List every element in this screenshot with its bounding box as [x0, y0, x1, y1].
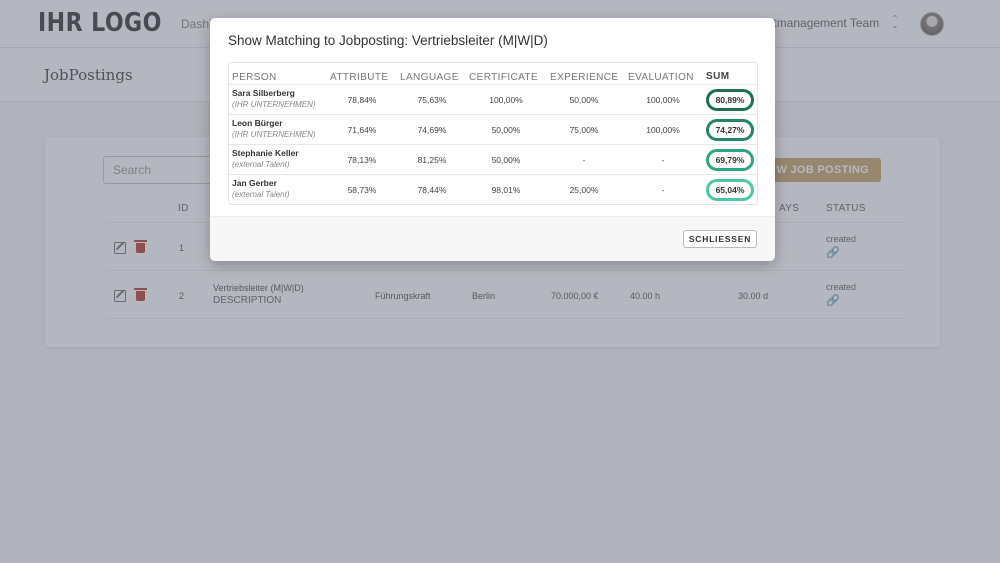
person-name: Jan Gerber	[232, 178, 277, 188]
certificate-value: 50,00%	[491, 125, 521, 135]
sum-badge: 80,89%	[706, 89, 754, 111]
table-row: Jan Gerber (external Talent) 58,73% 78,4…	[229, 174, 757, 204]
matching-table: PERSON ATTRIBUTE LANGUAGE CERTIFICATE EX…	[228, 62, 758, 205]
experience-value: 25,00%	[569, 185, 599, 195]
experience-value: -	[582, 155, 586, 165]
close-button[interactable]: SCHLIESSEN	[683, 230, 757, 248]
sum-badge: 74,27%	[706, 119, 754, 141]
evaluation-value: 100,00%	[646, 125, 680, 135]
header-attribute: ATTRIBUTE	[330, 72, 389, 83]
evaluation-value: -	[661, 185, 665, 195]
header-evaluation: EVALUATION	[628, 72, 694, 83]
header-language: LANGUAGE	[400, 72, 459, 83]
modal-title: Show Matching to Jobposting: Vertriebsle…	[228, 33, 548, 48]
certificate-value: 50,00%	[491, 155, 521, 165]
header-certificate: CERTIFICATE	[469, 72, 539, 83]
language-value: 75,63%	[417, 95, 447, 105]
language-value: 78,44%	[417, 185, 447, 195]
person-company: (external Talent)	[232, 190, 290, 199]
person-name: Sara Silberberg	[232, 88, 295, 98]
certificate-value: 98,01%	[491, 185, 521, 195]
sum-badge: 69,79%	[706, 149, 754, 171]
certificate-value: 100,00%	[489, 95, 523, 105]
attribute-value: 78,84%	[347, 95, 377, 105]
table-row: Sara Silberberg (IHR UNTERNEHMEN) 78,84%…	[229, 84, 757, 114]
person-company: (external Talent)	[232, 160, 290, 169]
evaluation-value: 100,00%	[646, 95, 680, 105]
matching-modal: Show Matching to Jobposting: Vertriebsle…	[210, 18, 775, 261]
person-name: Leon Bürger	[232, 118, 283, 128]
header-sum: SUM	[706, 71, 730, 82]
person-company: (IHR UNTERNEHMEN)	[232, 100, 316, 109]
table-row: Leon Bürger (IHR UNTERNEHMEN) 71,64% 74,…	[229, 114, 757, 144]
sum-badge: 65,04%	[706, 179, 754, 201]
attribute-value: 58,73%	[347, 185, 377, 195]
experience-value: 75,00%	[569, 125, 599, 135]
table-row: Stephanie Keller (external Talent) 78,13…	[229, 144, 757, 174]
evaluation-value: -	[661, 155, 665, 165]
person-company: (IHR UNTERNEHMEN)	[232, 130, 316, 139]
header-person: PERSON	[232, 72, 277, 83]
person-name: Stephanie Keller	[232, 148, 299, 158]
language-value: 74,69%	[417, 125, 447, 135]
attribute-value: 71,64%	[347, 125, 377, 135]
attribute-value: 78,13%	[347, 155, 377, 165]
header-experience: EXPERIENCE	[550, 72, 619, 83]
experience-value: 50,00%	[569, 95, 599, 105]
language-value: 81,25%	[417, 155, 447, 165]
modal-footer: SCHLIESSEN	[210, 216, 775, 261]
